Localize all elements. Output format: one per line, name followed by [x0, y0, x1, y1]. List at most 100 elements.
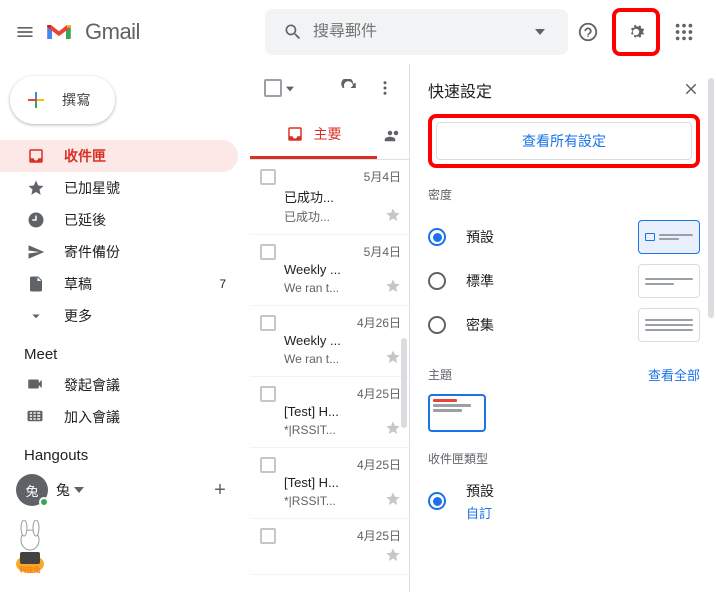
search-options-dropdown[interactable]	[520, 12, 560, 52]
people-icon	[384, 127, 402, 145]
mail-checkbox[interactable]	[260, 169, 276, 185]
apps-button[interactable]	[664, 12, 704, 52]
all-settings-highlight: 查看所有設定	[428, 114, 700, 168]
mail-toolbar	[250, 64, 409, 112]
density-title: 密度	[428, 186, 700, 203]
quick-settings-panel: 快速設定 查看所有設定 密度 預設 標準	[410, 64, 716, 592]
chevron-down-icon[interactable]	[70, 482, 84, 498]
star-icon[interactable]	[385, 420, 401, 439]
mail-tabs: 主要	[250, 112, 409, 160]
settings-button[interactable]	[616, 12, 656, 52]
inbox-icon	[26, 146, 46, 166]
tab-primary[interactable]: 主要	[250, 112, 377, 159]
draft-icon	[26, 274, 46, 294]
mail-checkbox[interactable]	[260, 315, 276, 331]
meet-join-meeting[interactable]: 加入會議	[0, 401, 250, 433]
star-icon[interactable]	[385, 207, 401, 226]
radio[interactable]	[428, 272, 446, 290]
mail-item[interactable]: 4月25日 [Test] H... *|RSSIT...	[250, 377, 409, 448]
mail-item[interactable]: 4月26日Weekly ...We ran t...	[250, 306, 409, 377]
mail-checkbox[interactable]	[260, 244, 276, 260]
mail-item[interactable]: 4月25日	[250, 519, 409, 575]
mail-item[interactable]: 5月4日已成功...已成功...	[250, 160, 409, 235]
meet-section-title: Meet	[0, 332, 250, 369]
theme-view-all-link[interactable]: 查看全部	[648, 365, 700, 384]
scrollbar[interactable]	[401, 338, 407, 428]
help-button[interactable]	[568, 12, 608, 52]
sidebar-item-sent[interactable]: 寄件備份	[0, 236, 238, 268]
mail-date: 4月25日	[276, 527, 401, 544]
select-dropdown[interactable]	[286, 80, 294, 96]
compose-label: 撰寫	[62, 90, 91, 110]
mail-checkbox[interactable]	[260, 386, 276, 402]
mail-item[interactable]: 4月25日 [Test] H... *|RSSIT...	[250, 448, 409, 519]
mail-snippet: We ran t...	[284, 352, 385, 366]
mail-date: 4月26日	[276, 314, 401, 331]
mail-subject: [Test] H...	[260, 404, 401, 419]
radio[interactable]	[428, 228, 446, 246]
scrollbar[interactable]	[708, 78, 714, 318]
close-button[interactable]	[682, 80, 700, 101]
all-settings-button[interactable]: 查看所有設定	[436, 122, 692, 160]
sent-icon	[26, 242, 46, 262]
theme-title: 主題	[428, 366, 648, 383]
density-preview-default	[638, 220, 700, 254]
presence-indicator	[39, 497, 49, 507]
search-input[interactable]	[313, 23, 520, 41]
sidebar: 撰寫 收件匣 已加星號 已延後 寄件備份 草稿 7 更多 Meet	[0, 64, 250, 592]
radio[interactable]	[428, 316, 446, 334]
mail-date: 5月4日	[276, 243, 401, 260]
star-icon[interactable]	[385, 278, 401, 297]
star-icon	[26, 178, 46, 198]
hangouts-section-title: Hangouts	[0, 433, 250, 470]
mail-snippet: *|RSSIT...	[284, 423, 385, 437]
density-option-default[interactable]: 預設	[428, 215, 700, 259]
tab-social[interactable]	[377, 112, 409, 159]
mail-subject: [Test] H...	[260, 475, 401, 490]
inbox-icon	[286, 125, 304, 143]
svg-text:科技兔: 科技兔	[20, 565, 41, 574]
search-icon[interactable]	[273, 12, 313, 52]
more-button[interactable]	[367, 70, 403, 106]
star-icon[interactable]	[385, 547, 401, 566]
mail-date: 4月25日	[276, 385, 401, 402]
refresh-button[interactable]	[331, 70, 367, 106]
clock-icon	[26, 210, 46, 230]
menu-button[interactable]	[12, 12, 37, 52]
mail-snippet: 已成功...	[284, 208, 385, 225]
inbox-type-default[interactable]: 預設 自訂	[428, 479, 700, 523]
select-all-checkbox[interactable]	[264, 79, 282, 97]
mail-list: 主要 5月4日已成功...已成功...5月4日Weekly ...We ran …	[250, 64, 410, 592]
hangouts-user-row[interactable]: 兔 兔 +	[0, 470, 250, 506]
inbox-type-title: 收件匣類型	[428, 450, 700, 467]
meet-new-meeting[interactable]: 發起會議	[0, 369, 250, 401]
brand-text: Gmail	[85, 19, 140, 45]
add-contact-button[interactable]: +	[206, 476, 234, 504]
sidebar-item-inbox[interactable]: 收件匣	[0, 140, 238, 172]
sidebar-item-starred[interactable]: 已加星號	[0, 172, 238, 204]
star-icon[interactable]	[385, 491, 401, 510]
radio[interactable]	[428, 492, 446, 510]
mail-checkbox[interactable]	[260, 457, 276, 473]
theme-thumbnail[interactable]	[428, 394, 486, 432]
sidebar-item-snoozed[interactable]: 已延後	[0, 204, 238, 236]
chevron-down-icon	[26, 306, 46, 326]
mail-date: 4月25日	[276, 456, 401, 473]
mail-item[interactable]: 5月4日Weekly ...We ran t...	[250, 235, 409, 306]
density-option-compact[interactable]: 密集	[428, 303, 700, 347]
density-preview-compact	[638, 308, 700, 342]
logo[interactable]: Gmail	[45, 19, 225, 45]
star-icon[interactable]	[385, 349, 401, 368]
sidebar-item-more[interactable]: 更多	[0, 300, 238, 332]
mascot-icon: 科技兔	[10, 520, 50, 574]
density-preview-comfortable	[638, 264, 700, 298]
density-option-comfortable[interactable]: 標準	[428, 259, 700, 303]
sidebar-item-drafts[interactable]: 草稿 7	[0, 268, 238, 300]
mail-checkbox[interactable]	[260, 528, 276, 544]
mail-subject: Weekly ...	[260, 262, 401, 277]
inbox-type-custom-link[interactable]: 自訂	[466, 503, 700, 522]
mail-snippet: *|RSSIT...	[284, 494, 385, 508]
search-bar[interactable]	[265, 9, 568, 55]
mail-subject: 已成功...	[260, 187, 401, 206]
compose-button[interactable]: 撰寫	[10, 76, 115, 124]
